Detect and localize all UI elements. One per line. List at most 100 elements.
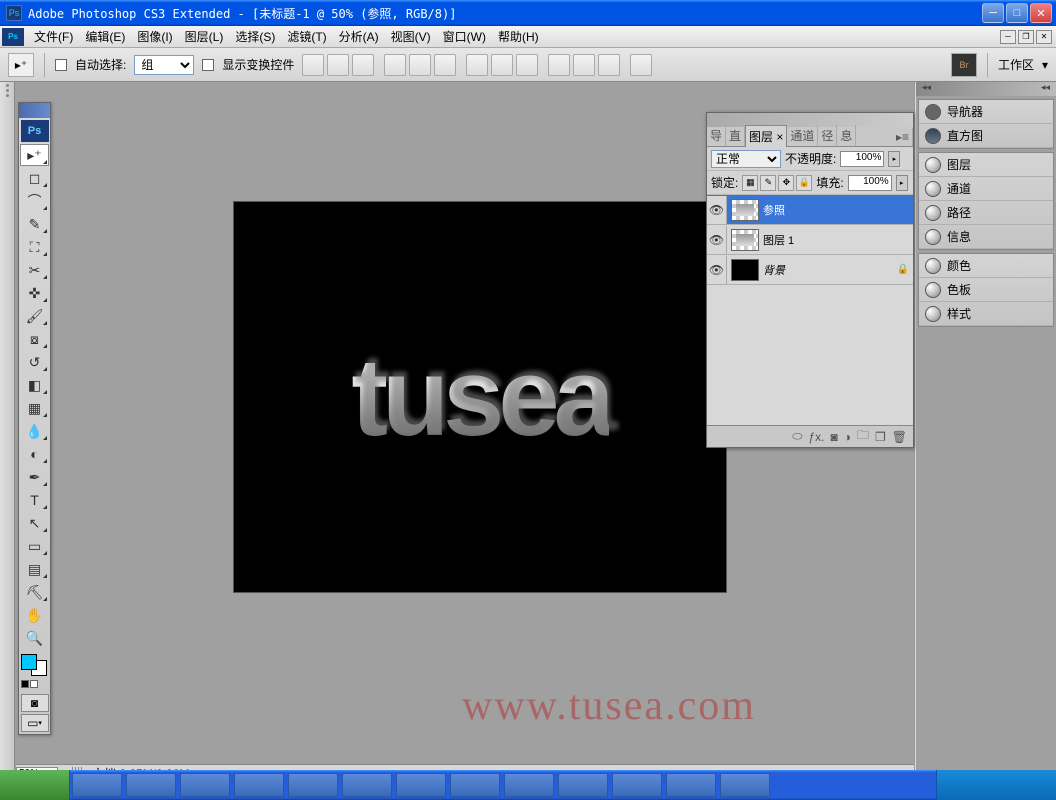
slice-tool[interactable]: ✂ (20, 259, 49, 281)
opacity-slider-icon[interactable]: ▸ (888, 151, 900, 167)
taskbar-item[interactable] (126, 773, 176, 797)
align-bottom-button[interactable] (352, 54, 374, 76)
menu-filter[interactable]: 滤镜(T) (281, 26, 332, 47)
path-select-tool[interactable]: ↖ (20, 512, 49, 534)
taskbar-item[interactable] (558, 773, 608, 797)
taskbar-item[interactable] (612, 773, 662, 797)
link-layers-icon[interactable]: ⬭ (792, 429, 802, 444)
taskbar-item[interactable] (666, 773, 716, 797)
dock-navigator[interactable]: 导航器 (919, 100, 1053, 124)
layer-name[interactable]: 背景 (763, 262, 893, 278)
system-tray[interactable] (936, 770, 1056, 800)
lock-all-button[interactable]: 🔒 (796, 175, 812, 191)
menu-edit[interactable]: 编辑(E) (79, 26, 131, 47)
stamp-tool[interactable]: ⧇ (20, 328, 49, 350)
zoom-tool[interactable]: 🔍 (20, 627, 49, 649)
layer-thumbnail[interactable] (731, 259, 759, 281)
dock-paths[interactable]: 路径 (919, 201, 1053, 225)
dock-header[interactable]: ◂◂◂◂ (916, 82, 1056, 96)
menu-analysis[interactable]: 分析(A) (333, 26, 385, 47)
close-button[interactable]: ✕ (1030, 3, 1052, 23)
healing-tool[interactable]: ✜ (20, 282, 49, 304)
show-transform-checkbox[interactable] (202, 59, 214, 71)
distribute-right-button[interactable] (598, 54, 620, 76)
lock-pixels-button[interactable]: ✎ (760, 175, 776, 191)
menu-layer[interactable]: 图层(L) (179, 26, 230, 47)
blur-tool[interactable]: 💧 (20, 420, 49, 442)
doc-close-button[interactable]: ✕ (1036, 30, 1052, 44)
group-icon[interactable]: 🗀 (857, 426, 869, 447)
mask-icon[interactable]: ◙ (830, 430, 837, 444)
taskbar-item[interactable] (180, 773, 230, 797)
visibility-icon[interactable]: 👁 (707, 226, 727, 254)
tool-strip[interactable] (0, 82, 15, 800)
layer-row[interactable]: 👁 背景 🔒 (707, 255, 913, 285)
notes-tool[interactable]: ▤ (20, 558, 49, 580)
doc-minimize-button[interactable]: ─ (1000, 30, 1016, 44)
layer-name[interactable]: 参照 (763, 202, 909, 218)
toolbox-header[interactable] (19, 103, 50, 118)
foreground-color[interactable] (21, 654, 37, 670)
bridge-button[interactable]: Br (951, 53, 977, 77)
visibility-icon[interactable]: 👁 (707, 196, 727, 224)
shape-tool[interactable]: ▭ (20, 535, 49, 557)
start-button[interactable] (0, 770, 70, 800)
distribute-vcenter-button[interactable] (491, 54, 513, 76)
dock-styles[interactable]: 样式 (919, 302, 1053, 326)
align-top-button[interactable] (302, 54, 324, 76)
menu-image[interactable]: 图像(I) (131, 26, 178, 47)
eyedropper-tool[interactable]: ⛏ (20, 581, 49, 603)
new-layer-icon[interactable]: ❐ (875, 430, 886, 444)
fill-slider-icon[interactable]: ▸ (896, 175, 908, 191)
taskbar-item[interactable] (72, 773, 122, 797)
lock-position-button[interactable]: ✥ (778, 175, 794, 191)
menu-window[interactable]: 窗口(W) (437, 26, 492, 47)
align-hcenter-button[interactable] (409, 54, 431, 76)
dock-histogram[interactable]: 直方图 (919, 124, 1053, 148)
opacity-field[interactable]: 100% (840, 151, 884, 167)
tab-layers[interactable]: 图层 × (745, 125, 787, 147)
tab-hist[interactable]: 直 (726, 125, 745, 146)
taskbar-item[interactable] (450, 773, 500, 797)
menu-view[interactable]: 视图(V) (385, 26, 437, 47)
tab-nav[interactable]: 导 (707, 125, 726, 146)
marquee-tool[interactable]: ◻ (20, 167, 49, 189)
distribute-hcenter-button[interactable] (573, 54, 595, 76)
blend-mode-dropdown[interactable]: 正常 (711, 150, 781, 168)
pen-tool[interactable]: ✒ (20, 466, 49, 488)
distribute-top-button[interactable] (466, 54, 488, 76)
swap-colors-icon[interactable] (30, 680, 38, 688)
minimize-button[interactable]: ─ (982, 3, 1004, 23)
dock-info[interactable]: 信息 (919, 225, 1053, 249)
brush-tool[interactable]: 🖌 (20, 305, 49, 327)
taskbar-item[interactable] (720, 773, 770, 797)
align-left-button[interactable] (384, 54, 406, 76)
align-vcenter-button[interactable] (327, 54, 349, 76)
layer-thumbnail[interactable] (731, 229, 759, 251)
history-brush-tool[interactable]: ↺ (20, 351, 49, 373)
lock-transparent-button[interactable]: ▦ (742, 175, 758, 191)
fx-icon[interactable]: ƒx. (808, 430, 824, 444)
document-canvas[interactable]: tusea (234, 202, 726, 592)
gradient-tool[interactable]: ▦ (20, 397, 49, 419)
move-tool[interactable]: ▸⁺ (20, 144, 49, 166)
layer-name[interactable]: 图层 1 (763, 232, 909, 248)
auto-align-button[interactable] (630, 54, 652, 76)
crop-tool[interactable]: ⛶ (20, 236, 49, 258)
dock-channels[interactable]: 通道 (919, 177, 1053, 201)
workspace-label[interactable]: 工作区 (998, 56, 1034, 73)
maximize-button[interactable]: □ (1006, 3, 1028, 23)
quick-mask-button[interactable]: ◙ (21, 694, 49, 712)
eraser-tool[interactable]: ◧ (20, 374, 49, 396)
hand-tool[interactable]: ✋ (20, 604, 49, 626)
quick-select-tool[interactable]: ✎ (20, 213, 49, 235)
move-tool-preset-icon[interactable]: ▸⁺ (8, 53, 34, 77)
type-tool[interactable]: T (20, 489, 49, 511)
dock-swatches[interactable]: 色板 (919, 278, 1053, 302)
visibility-icon[interactable]: 👁 (707, 256, 727, 284)
dodge-tool[interactable]: ◐ (20, 443, 49, 465)
app-icon[interactable]: Ps (2, 28, 24, 46)
layer-row[interactable]: 👁 参照 (707, 195, 913, 225)
distribute-left-button[interactable] (548, 54, 570, 76)
taskbar-item[interactable] (288, 773, 338, 797)
